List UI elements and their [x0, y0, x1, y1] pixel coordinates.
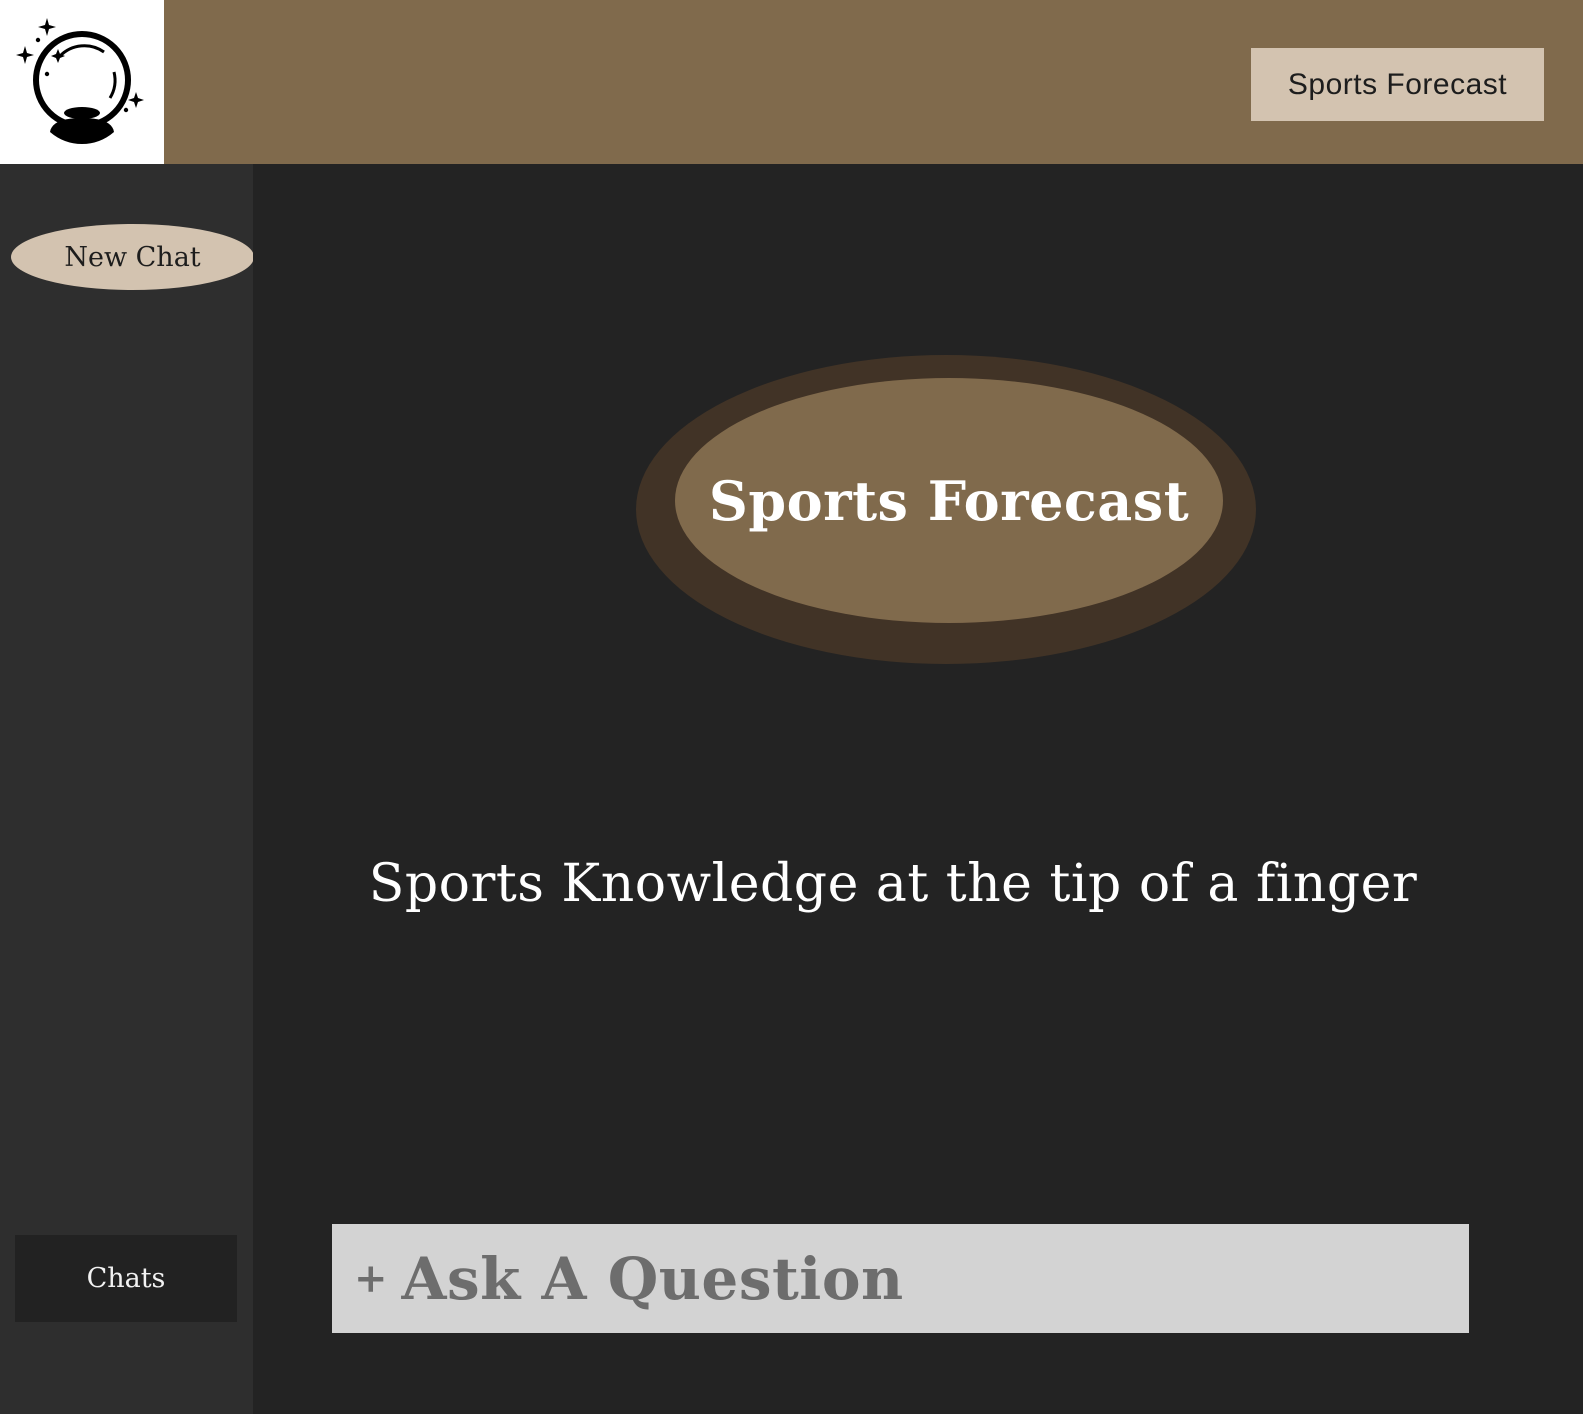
- app-header: Sports Forecast: [0, 0, 1583, 164]
- chats-button[interactable]: Chats: [15, 1235, 237, 1322]
- ask-question-input[interactable]: + Ask A Question: [332, 1224, 1469, 1333]
- crystal-ball-icon: [16, 18, 144, 144]
- ask-question-placeholder: Ask A Question: [401, 1244, 904, 1313]
- plus-icon: +: [354, 1255, 388, 1302]
- tagline: Sports Knowledge at the tip of a finger: [368, 854, 1418, 914]
- hero-title: Sports Forecast: [675, 378, 1223, 623]
- sidebar: New Chat Chats: [0, 164, 254, 1414]
- logo[interactable]: [0, 0, 164, 164]
- sports-forecast-button[interactable]: Sports Forecast: [1251, 48, 1544, 121]
- new-chat-button[interactable]: New Chat: [11, 224, 254, 290]
- main-content: Sports Forecast Sports Knowledge at the …: [253, 164, 1583, 1414]
